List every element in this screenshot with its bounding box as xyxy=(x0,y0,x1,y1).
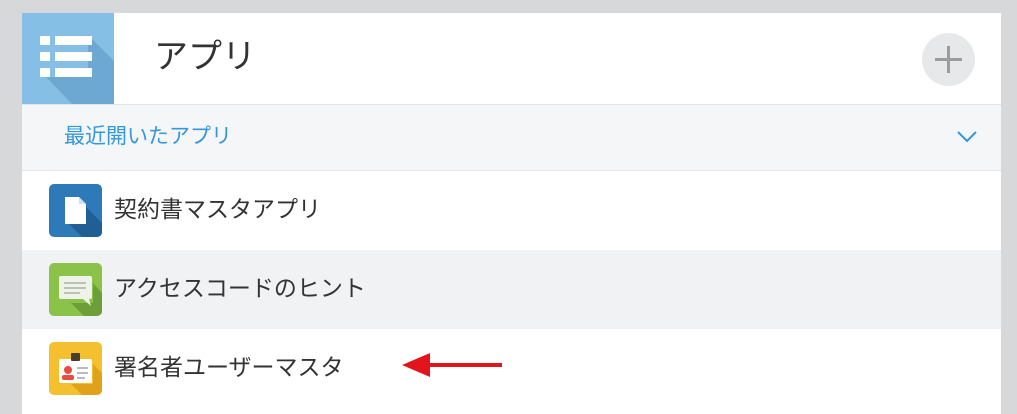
app-label: 契約書マスタアプリ xyxy=(114,197,321,223)
app-label: 署名者ユーザーマスタ xyxy=(114,355,344,381)
recent-apps-header[interactable]: 最近開いたアプリ xyxy=(22,105,1001,171)
document-icon xyxy=(49,184,102,237)
chat-bubble-icon xyxy=(49,263,102,316)
page-title: アプリ xyxy=(154,37,256,77)
list-item-access-code-hint[interactable]: アクセスコードのヒント xyxy=(22,250,1001,329)
app-list-icon xyxy=(22,13,114,104)
recent-apps-label: 最近開いたアプリ xyxy=(64,124,232,148)
list-item-signer-user-master[interactable]: 署名者ユーザーマスタ xyxy=(22,329,1001,408)
panel-header: アプリ xyxy=(22,13,1001,105)
id-badge-icon xyxy=(49,342,102,395)
list-item-contract-master[interactable]: 契約書マスタアプリ xyxy=(22,171,1001,250)
apps-panel: アプリ 最近開いたアプリ 契約書マスタアプリ アクセスコードのヒント 署名者ユー… xyxy=(22,13,1001,414)
add-app-button[interactable] xyxy=(922,33,975,86)
plus-icon xyxy=(935,46,962,73)
red-arrow-icon xyxy=(402,353,502,377)
app-label: アクセスコードのヒント xyxy=(114,276,366,302)
chevron-down-icon[interactable] xyxy=(954,124,980,150)
